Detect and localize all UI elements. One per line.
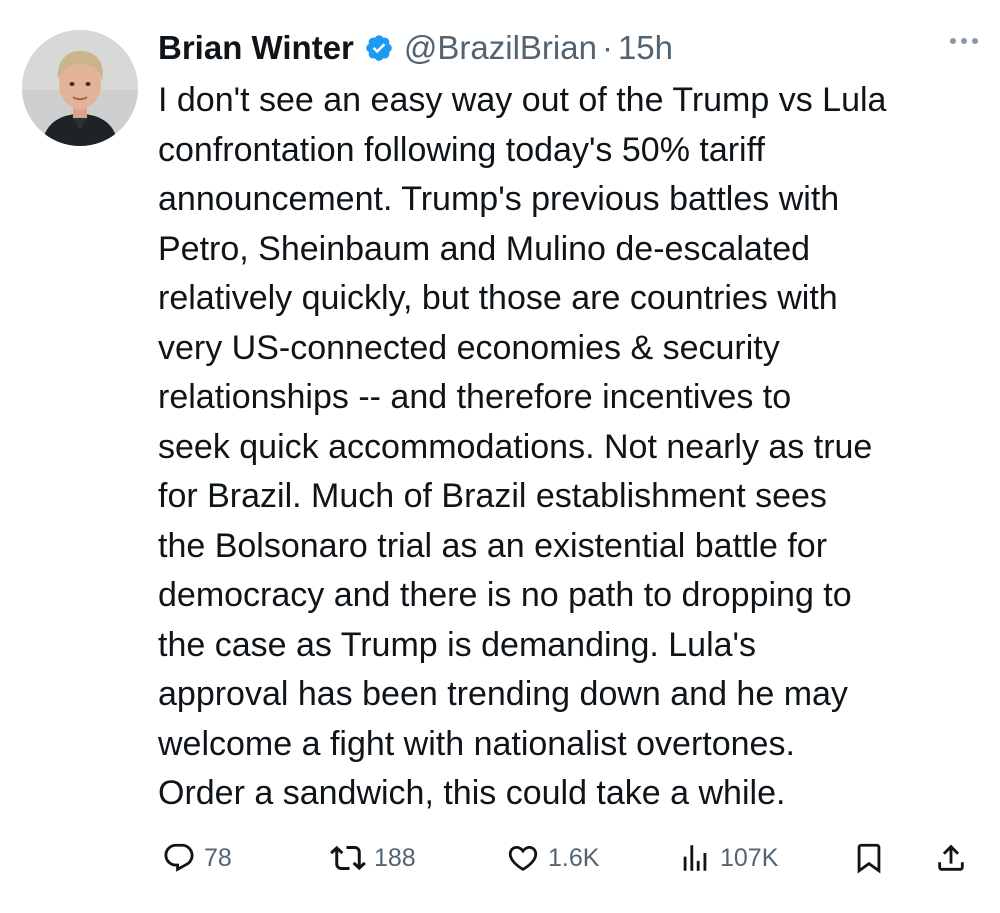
reply-icon: [162, 841, 196, 875]
avatar-image: [22, 30, 138, 146]
action-bar: 78 188 1.6K 107K: [158, 836, 972, 880]
reply-button[interactable]: 78: [162, 836, 232, 880]
author-name[interactable]: Brian Winter: [158, 29, 354, 67]
tweet-card: Brian Winter @BrazilBrian · 15h I don't …: [0, 0, 1000, 913]
avatar[interactable]: [22, 30, 138, 146]
retweet-count: 188: [374, 843, 416, 872]
separator-dot: ·: [601, 29, 613, 66]
tweet-header: Brian Winter @BrazilBrian · 15h: [158, 26, 980, 70]
views-button[interactable]: 107K: [678, 836, 778, 880]
heart-icon: [506, 841, 540, 875]
share-icon: [934, 841, 968, 875]
retweet-icon: [330, 840, 366, 876]
views-count: 107K: [720, 843, 779, 872]
share-button[interactable]: [934, 836, 968, 880]
bookmark-button[interactable]: [852, 836, 886, 880]
timestamp[interactable]: 15h: [618, 29, 673, 67]
views-icon: [678, 841, 712, 875]
like-button[interactable]: 1.6K: [506, 836, 599, 880]
more-options-icon[interactable]: [950, 38, 978, 44]
author-handle[interactable]: @BrazilBrian: [404, 29, 597, 67]
tweet-text: I don't see an easy way out of the Trump…: [158, 81, 887, 812]
like-count: 1.6K: [548, 843, 600, 872]
bookmark-icon: [852, 841, 886, 875]
reply-count: 78: [204, 843, 232, 872]
retweet-button[interactable]: 188: [330, 836, 416, 880]
verified-badge-icon: [364, 33, 394, 63]
